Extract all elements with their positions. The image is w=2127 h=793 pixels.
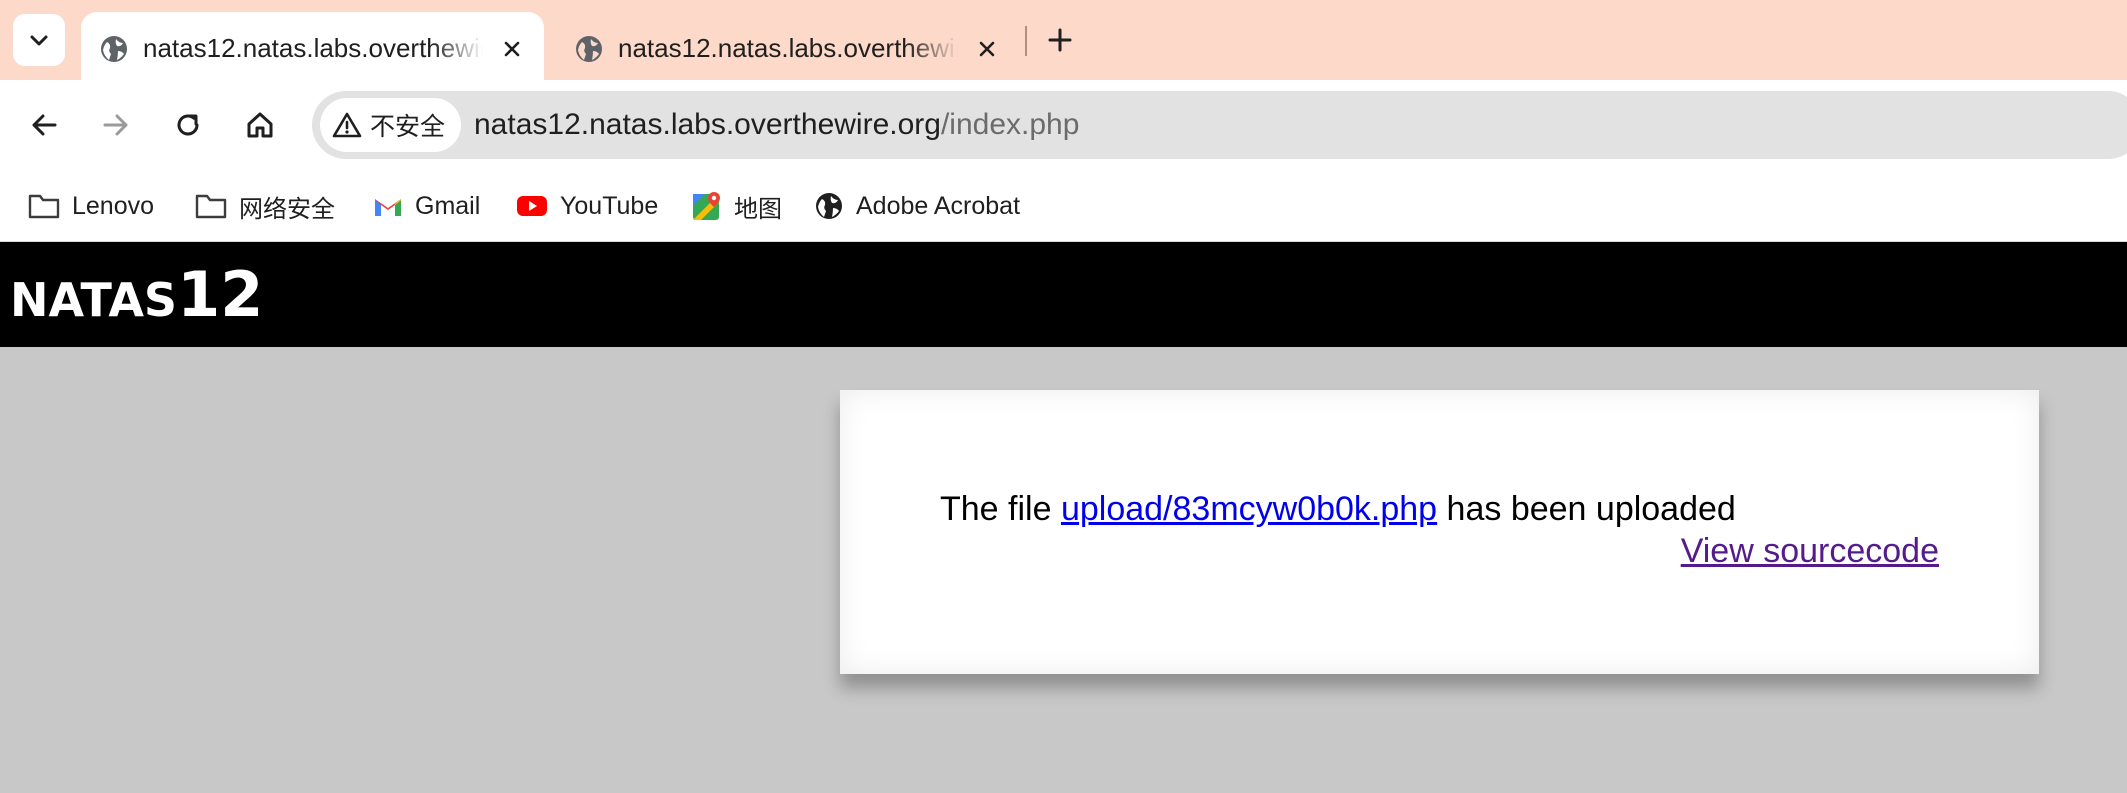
tab-strip: natas12.natas.labs.overthewire.org natas…: [0, 0, 2127, 80]
close-icon: [504, 41, 520, 57]
close-tab-button[interactable]: [972, 34, 1002, 64]
globe-icon: [576, 36, 602, 62]
home-button[interactable]: [237, 102, 283, 148]
content-box: The file upload/83mcyw0b0k.php has been …: [840, 390, 2039, 674]
bookmark-network-security[interactable]: 网络安全: [195, 184, 335, 228]
bookmark-label: 网络安全: [239, 194, 335, 223]
tab-title: natas12.natas.labs.overthewire.org: [143, 33, 483, 63]
tab-inactive[interactable]: natas12.natas.labs.overthewire.org: [556, 12, 1016, 80]
tab-active[interactable]: natas12.natas.labs.overthewire.org: [81, 12, 544, 80]
maps-icon: [693, 192, 720, 220]
bookmark-label: YouTube: [560, 191, 659, 220]
back-button[interactable]: [21, 102, 67, 148]
close-tab-button[interactable]: [497, 34, 527, 64]
tab-separator: [1025, 26, 1027, 56]
tab-title: natas12.natas.labs.overthewire.org: [618, 33, 958, 63]
folder-icon: [28, 194, 60, 219]
new-tab-button[interactable]: [1040, 20, 1080, 60]
bookmark-youtube[interactable]: YouTube: [516, 184, 658, 228]
plus-icon: [1048, 28, 1072, 52]
upload-message: The file upload/83mcyw0b0k.php has been …: [940, 490, 1736, 529]
warning-icon: [332, 112, 362, 138]
url-path: /index.php: [940, 108, 1080, 141]
message-prefix: The file: [940, 490, 1061, 528]
bookmark-label: Adobe Acrobat: [856, 191, 1021, 220]
folder-icon: [195, 194, 227, 219]
bookmark-label: Lenovo: [72, 191, 155, 220]
bookmark-lenovo[interactable]: Lenovo: [28, 184, 154, 228]
bookmark-gmail[interactable]: Gmail: [373, 184, 480, 228]
gmail-icon: [375, 199, 401, 216]
site-logo: NATAS12: [10, 258, 263, 331]
forward-button[interactable]: [93, 102, 139, 148]
globe-icon: [101, 36, 127, 62]
url-host: natas12.natas.labs.overthewire.org: [474, 108, 941, 141]
bookmark-label: 地图: [734, 194, 782, 223]
youtube-icon: [517, 196, 547, 216]
site-info-button[interactable]: 不安全: [320, 98, 462, 152]
reload-button[interactable]: [165, 102, 211, 148]
not-secure-label: 不安全: [370, 112, 446, 141]
arrow-left-icon: [32, 114, 57, 136]
tab-search-button[interactable]: [13, 14, 65, 66]
reload-icon: [177, 114, 199, 136]
browser-toolbar: 不安全 natas12.natas.labs.overthewire.org/i…: [0, 80, 2127, 172]
site-banner: NATAS12: [0, 242, 2127, 347]
url-text[interactable]: natas12.natas.labs.overthewire.org/index…: [474, 108, 1079, 142]
chevron-down-icon: [30, 35, 48, 46]
home-icon: [247, 112, 273, 138]
message-suffix: has been uploaded: [1437, 490, 1736, 528]
bookmark-adobe-acrobat[interactable]: Adobe Acrobat: [814, 184, 1020, 228]
globe-icon: [816, 193, 842, 219]
logo-text: NATAS: [10, 273, 178, 327]
logo-level-number: 12: [177, 258, 264, 331]
address-bar[interactable]: 不安全 natas12.natas.labs.overthewire.org/i…: [312, 91, 2127, 159]
bookmarks-bar: Lenovo 网络安全 Gmail YouTube 地图 Adobe Acrob…: [0, 172, 2127, 242]
close-icon: [979, 41, 995, 57]
view-sourcecode-link[interactable]: View sourcecode: [1681, 532, 1939, 571]
bookmark-maps[interactable]: 地图: [692, 184, 782, 228]
uploaded-file-link[interactable]: upload/83mcyw0b0k.php: [1061, 490, 1437, 528]
arrow-right-icon: [103, 114, 128, 136]
bookmark-label: Gmail: [415, 191, 481, 220]
